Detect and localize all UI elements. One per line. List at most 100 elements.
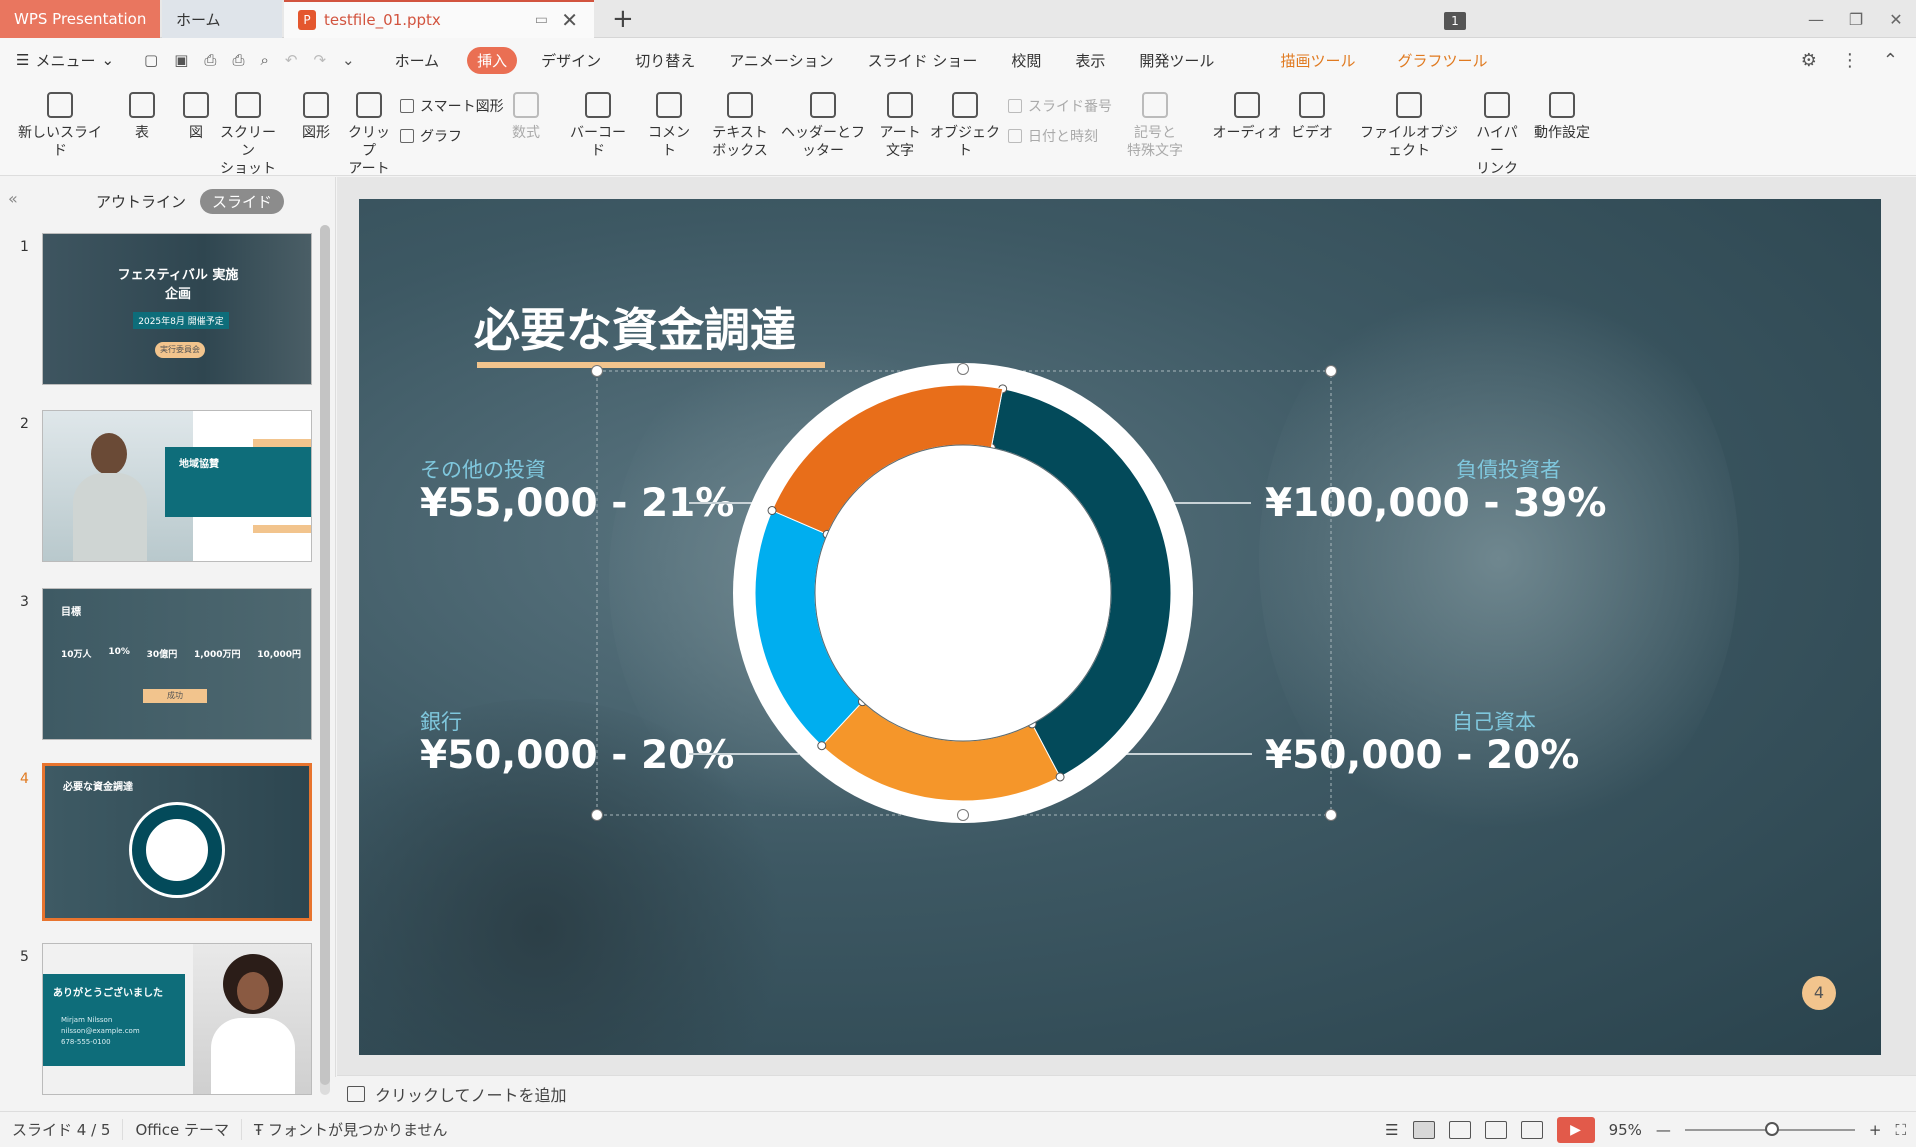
smartart-button[interactable]: スマート図形	[400, 96, 504, 116]
collapse-panel-icon[interactable]: «	[8, 189, 18, 208]
thumbnail-4[interactable]: 必要な資金調達	[42, 763, 312, 921]
tab-slideshow[interactable]: スライド ショー	[858, 47, 988, 74]
tab-review[interactable]: 校閲	[1001, 47, 1051, 74]
shapes-button[interactable]: 図形	[294, 92, 338, 142]
resize-handle[interactable]	[591, 365, 603, 377]
print-icon[interactable]: ⎙	[232, 51, 244, 69]
tab-home[interactable]: ホーム	[385, 47, 450, 74]
slides-tab[interactable]: スライド	[200, 189, 285, 214]
thumb3-stats: 10万人 10% 30億円 1,000万円 10,000円	[61, 647, 301, 660]
close-tab-icon[interactable]: ✕	[561, 8, 578, 32]
resize-handle[interactable]	[1325, 365, 1337, 377]
play-slideshow-button[interactable]: ▶	[1556, 1117, 1595, 1143]
slide-4[interactable]: 必要な資金調達 その他の投資 ¥55,000 - 21% 負債投資者 ¥100,…	[359, 199, 1881, 1055]
tab-insert[interactable]: 挿入	[467, 46, 518, 74]
theme-name[interactable]: Office テーマ	[123, 1119, 243, 1140]
object-button[interactable]: オブジェクト	[930, 92, 1000, 160]
open-icon[interactable]: ▢	[144, 51, 158, 69]
thumbnail-1[interactable]: フェスティバル 実施企画 2025年8月 開催予定 実行委員会	[42, 233, 312, 385]
thumbnail-5[interactable]: ありがとうございました Mirjam Nilsson nilsson@examp…	[42, 943, 312, 1095]
panel-scrollbar[interactable]	[320, 225, 330, 1095]
close-window-icon[interactable]: ✕	[1876, 10, 1916, 29]
customize-icon[interactable]: ⌄	[342, 51, 355, 69]
hyperlink-button[interactable]: ハイパー リンク	[1470, 92, 1524, 178]
settings-icon[interactable]: ⚙	[1801, 50, 1817, 71]
export-icon[interactable]: ⎙	[204, 51, 216, 69]
notes-area[interactable]: クリックしてノートを追加	[337, 1075, 1916, 1111]
outline-tab[interactable]: アウトライン	[96, 191, 186, 212]
slide-sorter-icon[interactable]	[1448, 1121, 1471, 1139]
restore-icon[interactable]: ❐	[1836, 10, 1876, 29]
audio-icon	[1234, 92, 1260, 118]
tab-developer[interactable]: 開発ツール	[1129, 47, 1224, 74]
thumbnail-number: 4	[20, 771, 29, 787]
resize-handle[interactable]	[957, 809, 969, 821]
file-object-button[interactable]: ファイルオブジェクト	[1354, 92, 1464, 160]
thumb3-title: 目標	[61, 607, 81, 618]
segment-point-handle[interactable]	[817, 741, 827, 751]
resize-handle[interactable]	[957, 363, 969, 375]
clipart-button[interactable]: クリップ アート	[346, 92, 392, 178]
window-count-badge[interactable]: 1	[1444, 12, 1466, 30]
new-slide-button[interactable]: 新しいスライド	[12, 92, 108, 160]
date-time-button[interactable]: 日付と時刻	[1008, 126, 1098, 146]
slide-count[interactable]: スライド 4 / 5	[0, 1119, 124, 1140]
normal-view-icon[interactable]	[1412, 1121, 1435, 1139]
menu-button[interactable]: ☰ メニュー ⌄	[16, 50, 114, 71]
segment-point-handle[interactable]	[767, 506, 777, 516]
file-tab[interactable]: P testfile_01.pptx ▭ ✕	[284, 0, 594, 38]
notes-toggle-icon[interactable]: ☰	[1385, 1121, 1398, 1139]
resize-handle[interactable]	[1325, 809, 1337, 821]
more-icon[interactable]: ⋮	[1841, 50, 1859, 71]
zoom-out-icon[interactable]: —	[1656, 1121, 1671, 1139]
table-button[interactable]: 表	[124, 92, 160, 142]
minimize-icon[interactable]: —	[1796, 10, 1836, 29]
tab-view[interactable]: 表示	[1065, 47, 1115, 74]
collapse-ribbon-icon[interactable]: ⌃	[1883, 50, 1898, 71]
barcode-button[interactable]: バーコード	[566, 92, 630, 160]
equation-button[interactable]: 数式	[504, 92, 548, 142]
panel-scroll-thumb[interactable]	[320, 225, 330, 1085]
segment-point-handle[interactable]	[1055, 772, 1065, 782]
home-tab[interactable]: ホーム	[162, 0, 282, 38]
textbox-button[interactable]: テキスト ボックス	[712, 92, 768, 160]
fit-window-icon[interactable]: ⛶	[1895, 1121, 1906, 1139]
undo-icon[interactable]: ↶	[285, 51, 298, 69]
reading-view-icon[interactable]	[1484, 1121, 1507, 1139]
screenshot-button[interactable]: スクリーン ショット	[218, 92, 278, 178]
presenter-icon[interactable]	[1520, 1121, 1543, 1139]
thumbnail-3[interactable]: 目標 10万人 10% 30億円 1,000万円 10,000円 成功	[42, 588, 312, 740]
picture-button[interactable]: 図	[178, 92, 214, 142]
textbox-label-1: テキスト	[712, 125, 768, 141]
slide-number-button[interactable]: スライド番号	[1008, 96, 1112, 116]
zoom-slider[interactable]	[1684, 1122, 1855, 1136]
float-window-icon[interactable]: ▭	[535, 12, 548, 28]
new-tab-icon[interactable]: +	[612, 4, 634, 34]
tab-chart-tools[interactable]: グラフツール	[1387, 47, 1497, 74]
tab-animations[interactable]: アニメーション	[719, 47, 843, 74]
video-button[interactable]: ビデオ	[1288, 92, 1336, 142]
redo-icon[interactable]: ↷	[313, 51, 326, 69]
symbol-button[interactable]: 記号と 特殊文字	[1122, 92, 1188, 160]
home-tab-label: ホーム	[176, 10, 221, 29]
print-preview-icon[interactable]: ⌕	[260, 51, 268, 69]
donut-chart[interactable]	[359, 199, 1881, 1055]
save-icon[interactable]: ▣	[174, 51, 188, 69]
comment-button[interactable]: コメント	[644, 92, 694, 160]
tab-design[interactable]: デザイン	[531, 47, 611, 74]
audio-button[interactable]: オーディオ	[1212, 92, 1282, 142]
clipart-label-1: クリップ	[348, 125, 390, 159]
wordart-button[interactable]: アート 文字	[878, 92, 922, 160]
tab-drawing-tools[interactable]: 描画ツール	[1270, 47, 1365, 74]
chart-button[interactable]: グラフ	[400, 126, 462, 146]
action-button[interactable]: 動作設定	[1530, 92, 1594, 142]
thumbnail-2[interactable]: 地域協賛	[42, 410, 312, 562]
font-warning[interactable]: Ŧ フォントが見つかりません	[242, 1119, 460, 1140]
resize-handle[interactable]	[591, 809, 603, 821]
zoom-in-icon[interactable]: +	[1869, 1121, 1882, 1139]
tab-transitions[interactable]: 切り替え	[625, 47, 705, 74]
app-tab[interactable]: WPS Presentation	[0, 0, 160, 38]
zoom-knob[interactable]	[1764, 1122, 1779, 1136]
header-footer-button[interactable]: ヘッダーとフッター	[776, 92, 870, 160]
zoom-level[interactable]: 95%	[1609, 1121, 1642, 1139]
